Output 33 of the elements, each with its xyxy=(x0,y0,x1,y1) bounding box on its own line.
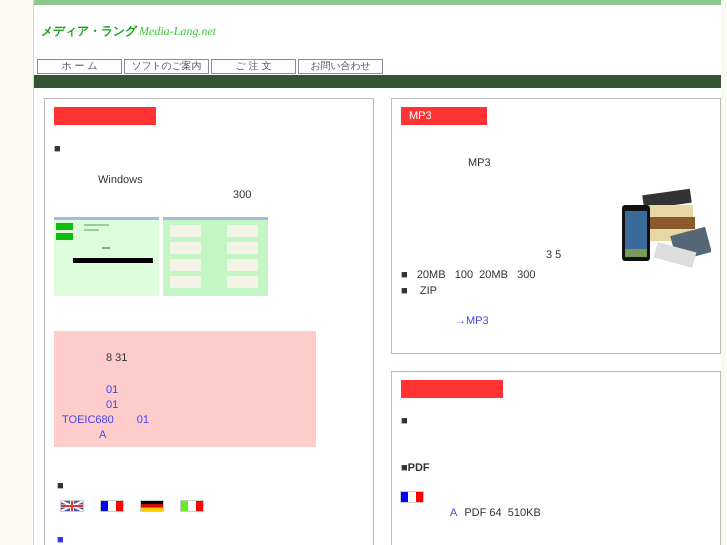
logo-text: メディア・ラング xyxy=(41,23,137,40)
notice-link[interactable]: TOEIC680 xyxy=(62,413,114,428)
mp3-link[interactable]: →MP3 xyxy=(455,314,489,329)
pdf-heading: ■PDF xyxy=(401,461,430,476)
body-text: MP3 xyxy=(468,156,491,171)
nav-button[interactable]: ご 注 文 xyxy=(211,59,296,74)
notice-link[interactable]: 01 xyxy=(106,383,118,398)
section-heading: MP3 xyxy=(401,107,487,125)
spec-text: ■ 20MB 100 20MB 300 xyxy=(401,268,536,283)
flag-icon xyxy=(181,501,203,511)
flag-icon xyxy=(101,501,123,511)
file-info: PDF 64 510KB xyxy=(464,506,541,521)
bullet: ■ xyxy=(57,533,64,545)
notice-link[interactable]: 01 xyxy=(106,398,118,413)
bullet: ■ xyxy=(401,414,408,429)
price-text: 300 xyxy=(233,188,252,203)
flag-icon xyxy=(401,492,423,502)
body-text: 3 5 xyxy=(546,248,562,263)
bullet: ■ xyxy=(54,142,61,157)
grade-link[interactable]: A xyxy=(450,506,458,521)
notice-link[interactable]: A xyxy=(99,428,106,443)
flag-icon xyxy=(141,501,163,511)
bullet: ■ xyxy=(57,479,64,494)
flag-icon xyxy=(61,501,83,511)
nav-button[interactable]: ソフトのご案内 xyxy=(124,59,209,74)
nav-button[interactable]: ホ ー ム xyxy=(37,59,122,74)
spec-text: ■ ZIP xyxy=(401,284,437,299)
notice-link[interactable]: 01 xyxy=(136,413,150,428)
logo-subtitle: Media-Lang.net xyxy=(139,24,216,39)
date-text: 8 31 xyxy=(106,351,128,366)
body-text: Windows xyxy=(98,173,143,188)
nav-button[interactable]: お問い合わせ xyxy=(298,59,383,74)
site-logo[interactable]: メディア・ラング Media-Lang.net xyxy=(41,23,721,39)
